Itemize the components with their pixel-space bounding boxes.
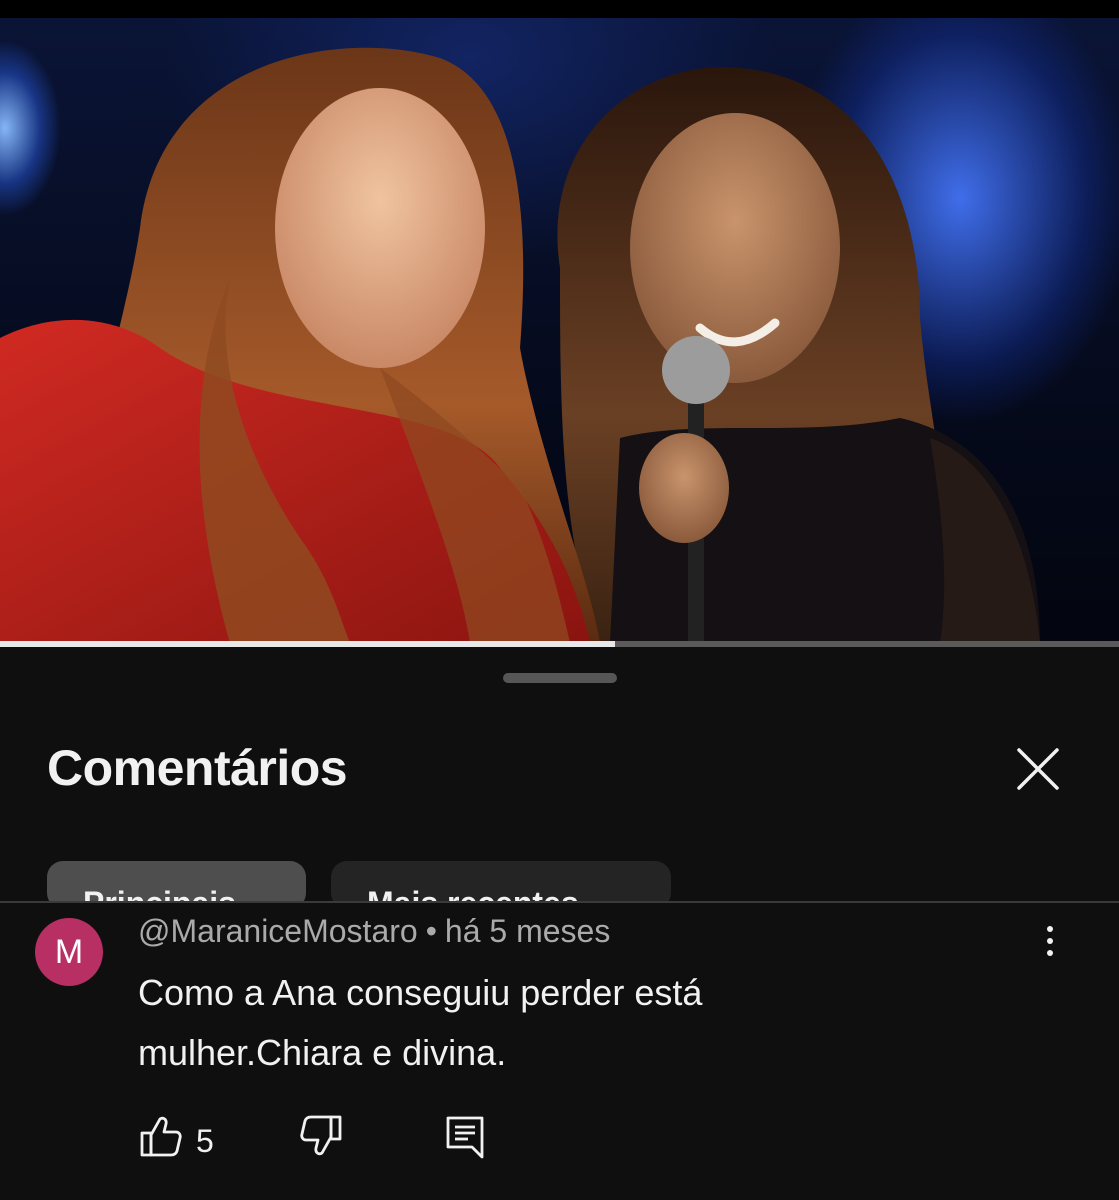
comment-author[interactable]: @MaraniceMostaro bbox=[138, 913, 418, 949]
comment-item: M @MaraniceMostaro • há 5 meses Como a Ana… bbox=[0, 903, 1119, 1200]
more-vertical-icon bbox=[1047, 926, 1053, 932]
thumbs-down-icon bbox=[300, 1115, 342, 1156]
comment-meta: @MaraniceMostaro • há 5 meses bbox=[138, 913, 610, 950]
avatar-letter: M bbox=[54, 932, 84, 971]
comment-time: há 5 meses bbox=[444, 913, 611, 949]
comments-panel: Comentários Principais Mais recentes M @… bbox=[0, 647, 1119, 1200]
drag-handle[interactable] bbox=[503, 673, 617, 683]
status-bar-strip bbox=[0, 0, 1119, 18]
dislike-button[interactable] bbox=[298, 1113, 344, 1164]
like-button[interactable] bbox=[138, 1113, 184, 1164]
more-vertical-icon-dot bbox=[1047, 938, 1053, 944]
close-icon bbox=[1017, 748, 1059, 790]
comment-actions: 5 bbox=[0, 1113, 1119, 1173]
comment-text: Como a Ana conseguiu perder está mulher.… bbox=[138, 972, 703, 1073]
reply-comment-icon bbox=[446, 1116, 484, 1159]
more-vertical-icon-dot bbox=[1047, 950, 1053, 956]
reply-button[interactable] bbox=[442, 1113, 488, 1164]
panel-title: Comentários bbox=[47, 740, 348, 796]
like-count: 5 bbox=[196, 1123, 214, 1159]
video-player[interactable] bbox=[0, 18, 1119, 643]
close-button[interactable] bbox=[1010, 741, 1066, 797]
avatar[interactable]: M bbox=[35, 918, 103, 986]
meta-separator: • bbox=[425, 913, 437, 949]
more-options-button[interactable] bbox=[1030, 921, 1070, 961]
video-frame-illustration bbox=[0, 47, 1040, 643]
thumbs-up-icon bbox=[140, 1116, 182, 1157]
